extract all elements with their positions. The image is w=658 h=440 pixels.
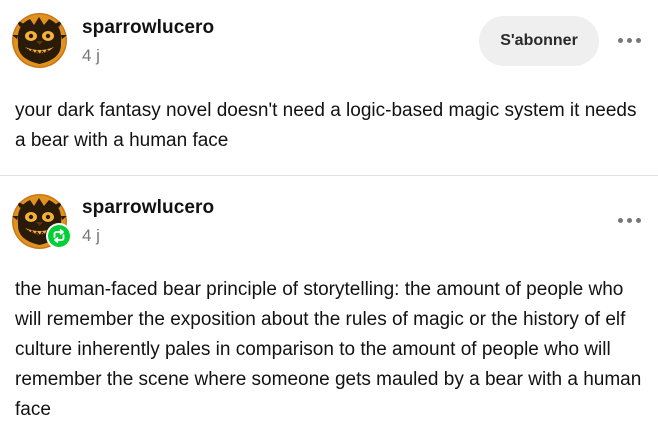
- ellipsis-icon[interactable]: [612, 208, 646, 232]
- dot: [626, 217, 632, 223]
- post-timestamp[interactable]: 4 j: [82, 46, 100, 66]
- post-reblog: sparrowlucero 4 j the human-faced bear p…: [0, 176, 658, 440]
- post-timestamp[interactable]: 4 j: [82, 226, 100, 246]
- dot: [635, 217, 641, 223]
- username[interactable]: sparrowlucero: [82, 197, 214, 219]
- follow-button[interactable]: S'abonner: [479, 16, 599, 66]
- avatar[interactable]: [12, 13, 67, 68]
- post-body-text: the human-faced bear principle of storyt…: [15, 279, 642, 420]
- ellipsis-icon[interactable]: [612, 28, 646, 52]
- dot: [617, 217, 623, 223]
- reblog-icon: [53, 229, 65, 243]
- dot: [617, 37, 623, 43]
- username[interactable]: sparrowlucero: [82, 17, 214, 39]
- monster-face-avatar-icon: [12, 13, 67, 68]
- dot: [626, 37, 632, 43]
- post-body-text: your dark fantasy novel doesn't need a l…: [15, 100, 637, 151]
- reblog-badge: [46, 223, 72, 249]
- post-original: sparrowlucero 4 j S'abonner your dark fa…: [0, 0, 658, 175]
- dot: [635, 37, 641, 43]
